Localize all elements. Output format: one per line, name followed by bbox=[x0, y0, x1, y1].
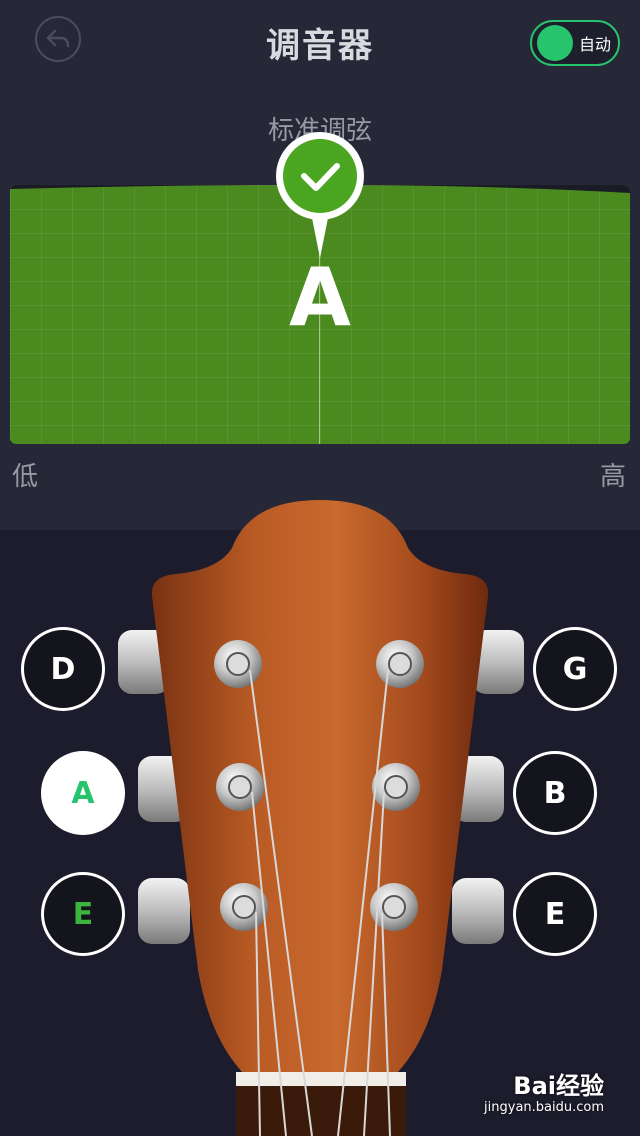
string-button-low-e[interactable]: E bbox=[41, 872, 125, 956]
low-label: 低 bbox=[12, 462, 39, 492]
current-note: A bbox=[289, 251, 351, 344]
auto-label: 自动 bbox=[579, 35, 612, 54]
watermark-url: jingyan.baidu.com bbox=[484, 1100, 604, 1115]
toggle-knob bbox=[537, 25, 573, 61]
auto-toggle[interactable]: 自动 bbox=[530, 20, 620, 66]
high-label: 高 bbox=[599, 462, 626, 492]
check-icon bbox=[276, 132, 364, 258]
watermark-brand: Bai经验 bbox=[513, 1072, 604, 1100]
string-button-d[interactable]: D bbox=[21, 627, 105, 711]
string-button-b[interactable]: B bbox=[513, 751, 597, 835]
string-button-g[interactable]: G bbox=[533, 627, 617, 711]
string-button-high-e[interactable]: E bbox=[513, 872, 597, 956]
string-button-a[interactable]: A bbox=[41, 751, 125, 835]
